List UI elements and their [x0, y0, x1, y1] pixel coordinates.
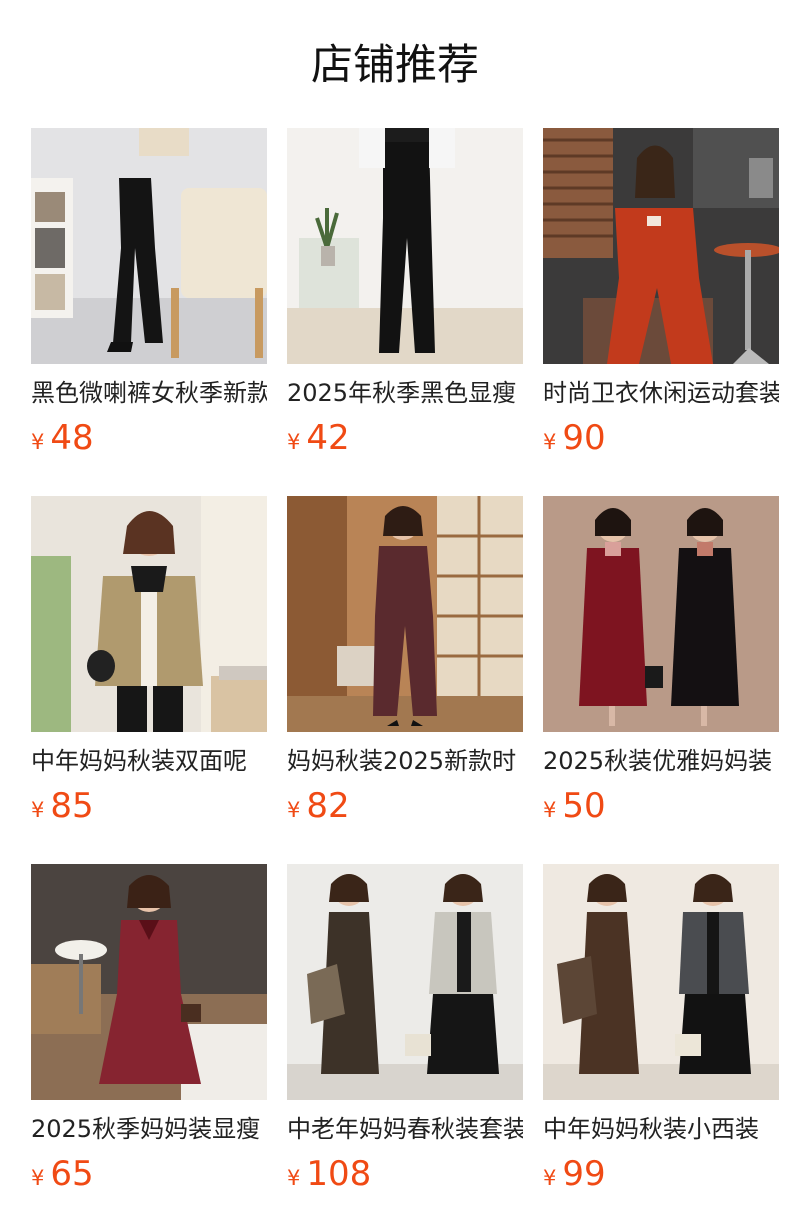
currency-symbol: ¥: [31, 798, 45, 822]
product-image[interactable]: [31, 864, 267, 1100]
product-image[interactable]: [287, 496, 523, 732]
price-amount: 50: [562, 786, 606, 826]
currency-symbol: ¥: [31, 430, 45, 454]
product-card[interactable]: 2025年秋季黑色显瘦 ¥42: [287, 128, 523, 458]
currency-symbol: ¥: [543, 798, 557, 822]
product-card[interactable]: 2025秋季妈妈装显瘦 ¥65: [31, 864, 267, 1194]
price-amount: 99: [562, 1154, 606, 1194]
currency-symbol: ¥: [31, 1166, 45, 1190]
product-name[interactable]: 中年妈妈秋装双面呢: [31, 744, 267, 778]
product-name[interactable]: 2025年秋季黑色显瘦: [287, 376, 523, 410]
product-card[interactable]: 妈妈秋装2025新款时 ¥82: [287, 496, 523, 826]
currency-symbol: ¥: [543, 1166, 557, 1190]
product-card[interactable]: 时尚卫衣休闲运动套装 ¥90: [543, 128, 779, 458]
price-amount: 65: [50, 1154, 94, 1194]
product-card[interactable]: 中年妈妈秋装双面呢 ¥85: [31, 496, 267, 826]
product-card[interactable]: 黑色微喇裤女秋季新款 ¥48: [31, 128, 267, 458]
product-card[interactable]: 2025秋装优雅妈妈装 ¥50: [543, 496, 779, 826]
product-price: ¥85: [31, 784, 94, 828]
product-price: ¥99: [543, 1152, 606, 1196]
price-amount: 42: [306, 418, 350, 458]
product-price: ¥50: [543, 784, 606, 828]
currency-symbol: ¥: [287, 1166, 301, 1190]
product-name[interactable]: 黑色微喇裤女秋季新款: [31, 376, 267, 410]
product-name[interactable]: 中老年妈妈春秋装套装: [287, 1112, 523, 1146]
product-price: ¥42: [287, 416, 350, 460]
product-price: ¥48: [31, 416, 94, 460]
product-price: ¥90: [543, 416, 606, 460]
product-name[interactable]: 妈妈秋装2025新款时: [287, 744, 523, 778]
product-image[interactable]: [543, 128, 779, 364]
price-amount: 85: [50, 786, 94, 826]
product-name[interactable]: 时尚卫衣休闲运动套装: [543, 376, 779, 410]
currency-symbol: ¥: [287, 430, 301, 454]
product-price: ¥82: [287, 784, 350, 828]
product-image[interactable]: [31, 496, 267, 732]
product-card[interactable]: 中年妈妈秋装小西装 ¥99: [543, 864, 779, 1194]
product-card[interactable]: 中老年妈妈春秋装套装 ¥108: [287, 864, 523, 1194]
product-price: ¥65: [31, 1152, 94, 1196]
product-image[interactable]: [31, 128, 267, 364]
price-amount: 90: [562, 418, 606, 458]
product-name[interactable]: 中年妈妈秋装小西装: [543, 1112, 779, 1146]
currency-symbol: ¥: [543, 430, 557, 454]
currency-symbol: ¥: [287, 798, 301, 822]
price-amount: 82: [306, 786, 350, 826]
price-amount: 108: [306, 1154, 372, 1194]
product-image[interactable]: [287, 128, 523, 364]
product-image[interactable]: [287, 864, 523, 1100]
product-name[interactable]: 2025秋季妈妈装显瘦: [31, 1112, 267, 1146]
page-title: 店铺推荐: [310, 40, 479, 89]
product-image[interactable]: [543, 496, 779, 732]
product-name[interactable]: 2025秋装优雅妈妈装: [543, 744, 779, 778]
price-amount: 48: [50, 418, 94, 458]
product-image[interactable]: [543, 864, 779, 1100]
product-price: ¥108: [287, 1152, 371, 1196]
